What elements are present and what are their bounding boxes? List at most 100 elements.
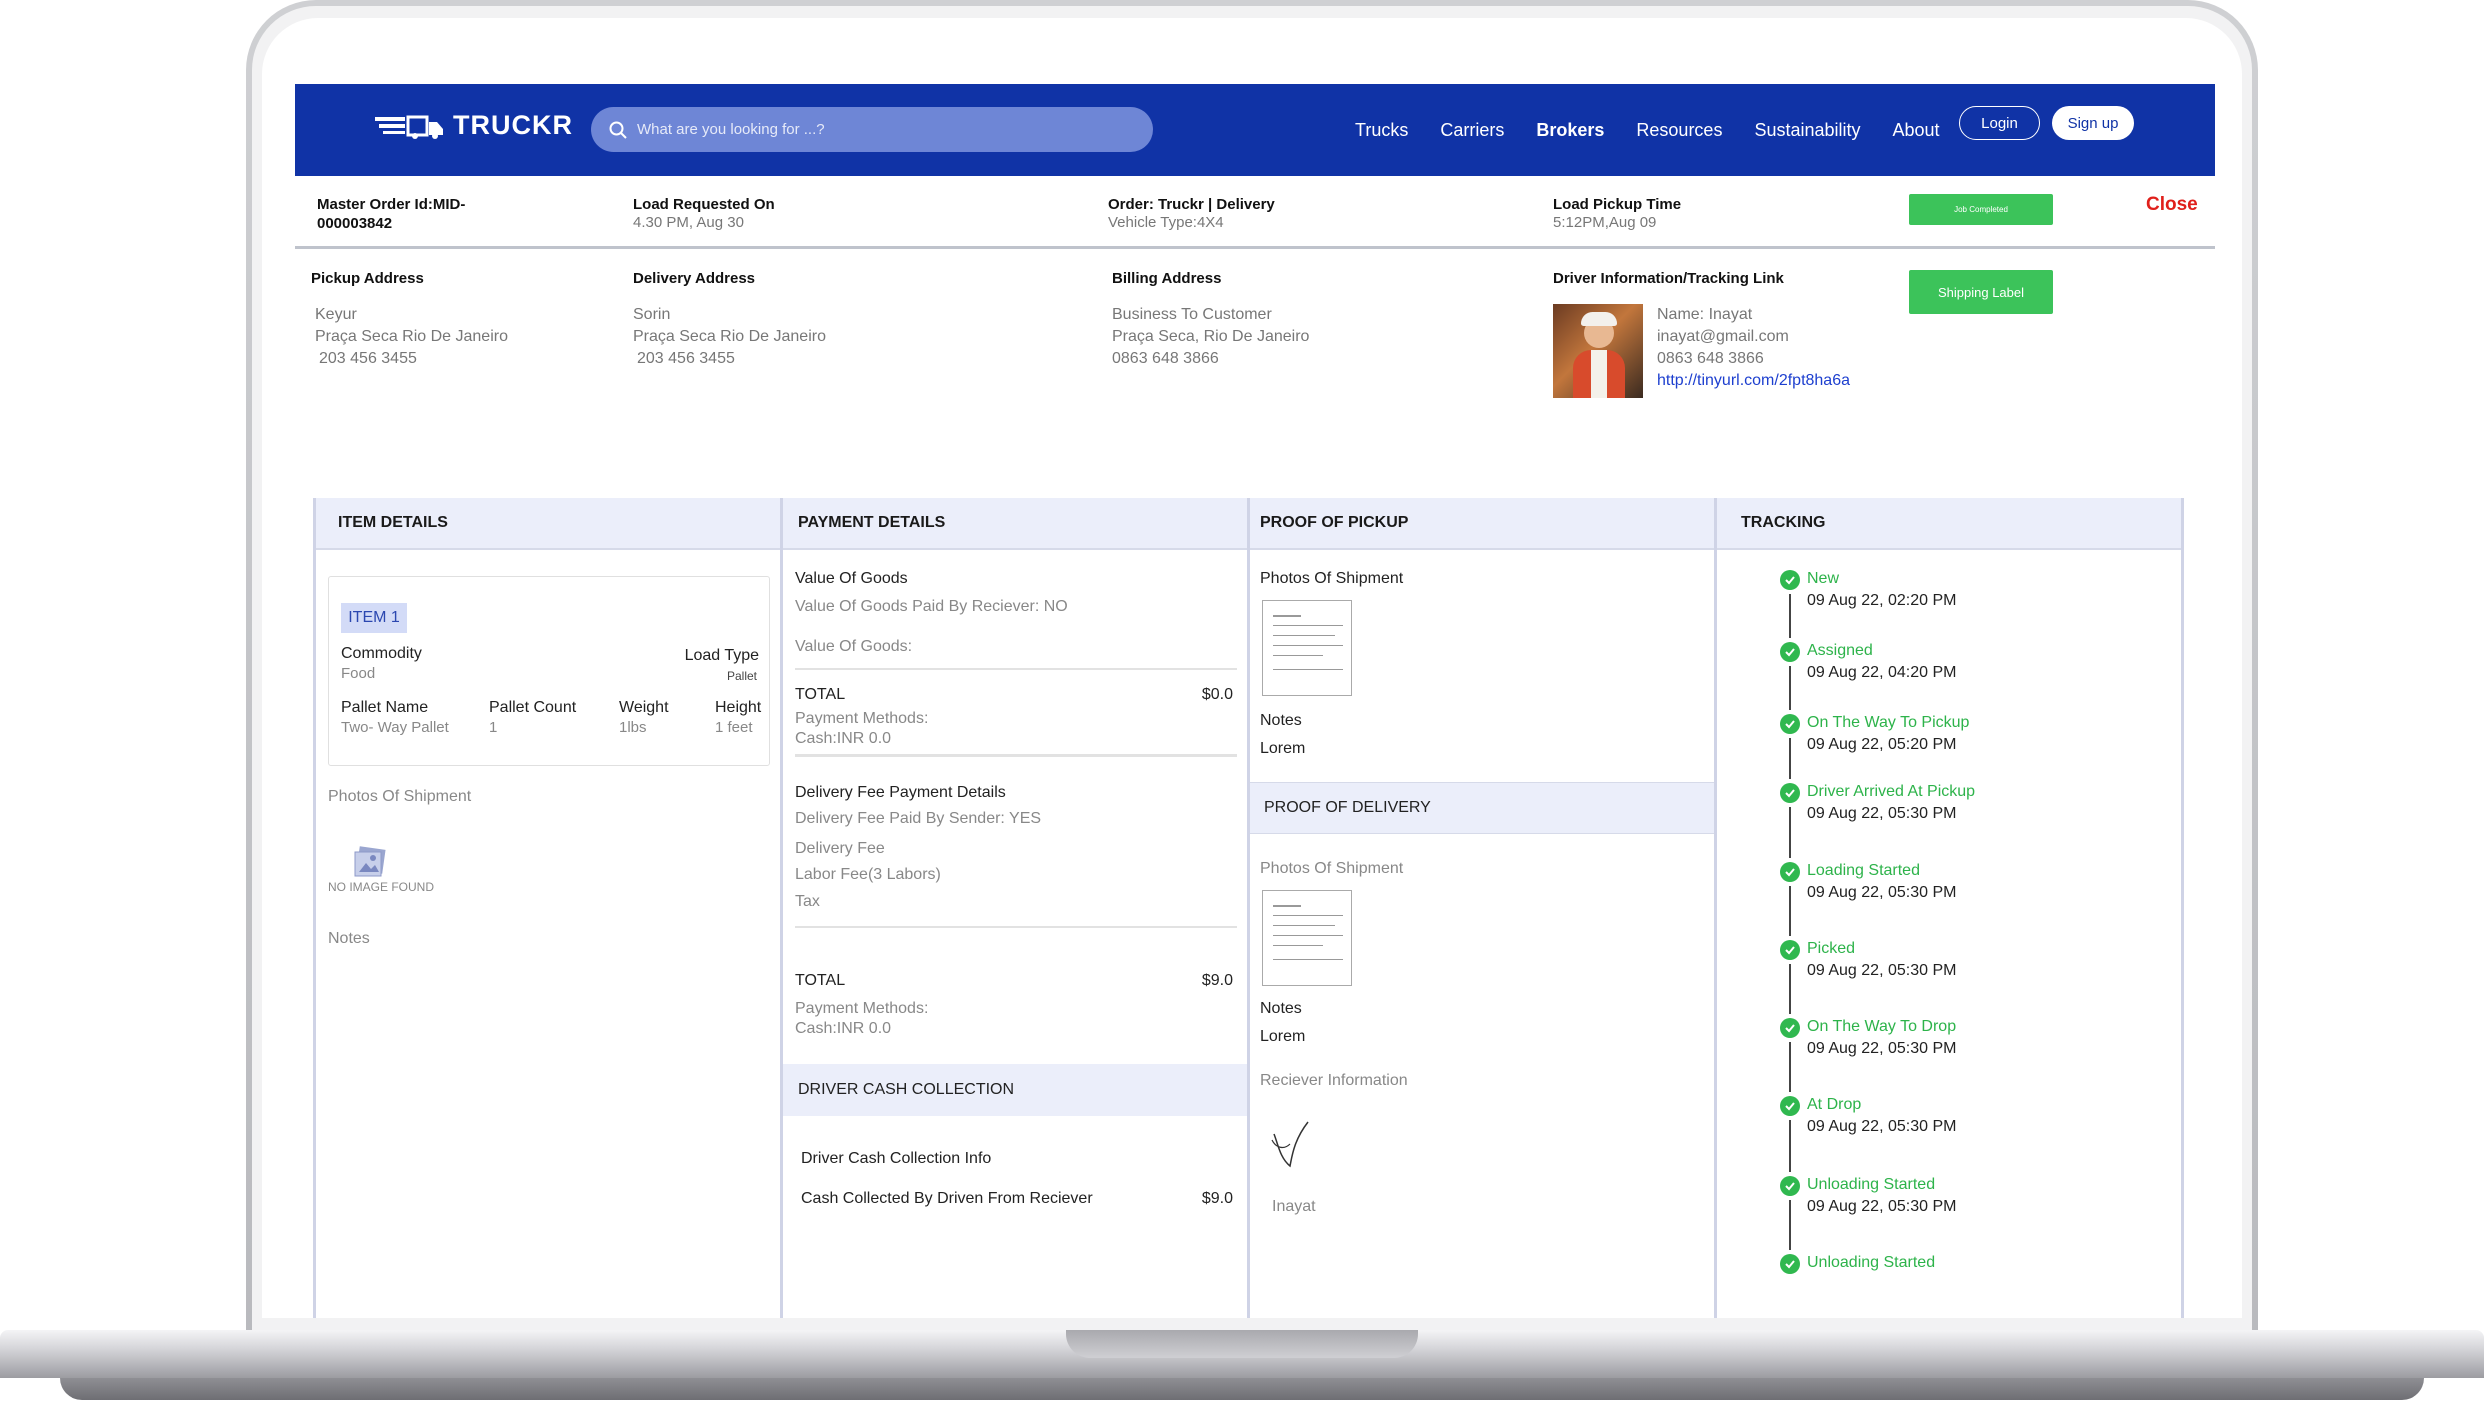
order-details-app: TRUCKR Trucks Carriers Brokers Resources… xyxy=(295,84,2215,1318)
nav-link-about[interactable]: About xyxy=(1893,120,1940,141)
delivery-notes-label: Notes xyxy=(1260,1000,1302,1017)
check-circle-icon xyxy=(1780,1096,1800,1116)
tracking-date: 09 Aug 22, 04:20 PM xyxy=(1807,664,1957,681)
timeline-connector xyxy=(1789,807,1791,858)
total-label-1: TOTAL xyxy=(795,686,846,703)
tracking-header: TRACKING xyxy=(1717,498,2181,550)
tracking-date: 09 Aug 22, 05:20 PM xyxy=(1807,736,1957,753)
timeline-connector xyxy=(1789,1200,1791,1250)
divider xyxy=(795,926,1237,928)
payment-details-panel: PAYMENT DETAILS Value Of Goods Value Of … xyxy=(780,498,1250,1318)
billing-street: Praça Seca, Rio De Janeiro xyxy=(1112,328,1310,345)
divider xyxy=(795,754,1237,757)
load-pickup-time-label: Load Pickup Time xyxy=(1553,196,1682,213)
load-type-value: Pallet xyxy=(726,669,757,683)
driver-info-label: Driver Information/Tracking Link xyxy=(1553,270,1784,287)
nav-link-resources[interactable]: Resources xyxy=(1636,120,1722,141)
vehicle-type: Vehicle Type:4X4 xyxy=(1108,214,1224,231)
search-icon xyxy=(609,121,627,139)
pallet-count-label: Pallet Count xyxy=(489,699,577,716)
total-value-1: $0.0 xyxy=(1201,686,1233,703)
tracking-link[interactable]: http://tinyurl.com/2fpt8ha6a xyxy=(1657,370,1850,392)
nav-link-carriers[interactable]: Carriers xyxy=(1440,120,1504,141)
shipping-label-button[interactable]: Shipping Label xyxy=(1909,270,2053,314)
check-circle-icon xyxy=(1780,642,1800,662)
tracking-date: 09 Aug 22, 05:30 PM xyxy=(1807,884,1957,901)
search-input[interactable] xyxy=(637,121,1097,138)
delivery-photo-thumbnail[interactable] xyxy=(1262,890,1352,986)
billing-address-label: Billing Address xyxy=(1112,270,1222,287)
item-photos-label: Photos Of Shipment xyxy=(328,788,472,805)
billing-name: Business To Customer xyxy=(1112,306,1272,323)
delivery-photos-label: Photos Of Shipment xyxy=(1260,860,1404,877)
pallet-name-value: Two- Way Pallet xyxy=(341,719,449,736)
total-value-2: $9.0 xyxy=(1201,972,1233,989)
cash-collected-value: $9.0 xyxy=(1201,1190,1233,1207)
laptop-screen: TRUCKR Trucks Carriers Brokers Resources… xyxy=(262,18,2242,1318)
labor-fee-label: Labor Fee(3 Labors) xyxy=(795,866,941,883)
delivery-name: Sorin xyxy=(633,306,671,323)
payment-methods-label-2: Payment Methods: xyxy=(795,1000,929,1017)
laptop-base-shadow xyxy=(60,1378,2424,1400)
master-order-label: Master Order Id:MID- xyxy=(317,196,466,213)
delivery-fee-label: Delivery Fee xyxy=(795,840,885,857)
job-completed-button[interactable]: Job Completed xyxy=(1909,194,2053,225)
divider xyxy=(795,668,1237,670)
payment-methods-value-2: Cash:INR 0.0 xyxy=(795,1020,892,1037)
nav-link-trucks[interactable]: Trucks xyxy=(1355,120,1408,141)
pickup-address: Keyur Praça Seca Rio De Janeiro 203 456 … xyxy=(315,304,508,370)
header-divider xyxy=(295,246,2215,249)
load-requested-label: Load Requested On xyxy=(633,196,775,213)
payment-methods-label-1: Payment Methods: xyxy=(795,710,929,727)
pickup-photos-label: Photos Of Shipment xyxy=(1260,570,1404,587)
payment-details-header: PAYMENT DETAILS xyxy=(783,498,1247,550)
tracking-status: On The Way To Pickup xyxy=(1807,714,1970,731)
nav-links: Trucks Carriers Brokers Resources Sustai… xyxy=(1355,84,1972,176)
timeline-connector xyxy=(1789,594,1791,638)
delivery-fee-title: Delivery Fee Payment Details xyxy=(795,784,1006,801)
height-label: Height xyxy=(715,699,762,716)
weight-label: Weight xyxy=(619,699,669,716)
total-label-2: TOTAL xyxy=(795,972,846,989)
receiver-info-label: Reciever Information xyxy=(1260,1072,1408,1089)
load-type-label: Load Type xyxy=(684,647,759,664)
master-order-value: 000003842 xyxy=(317,215,393,232)
pickup-name: Keyur xyxy=(315,306,357,323)
nav-link-sustainability[interactable]: Sustainability xyxy=(1754,120,1860,141)
login-button[interactable]: Login xyxy=(1959,106,2040,140)
nav-link-brokers[interactable]: Brokers xyxy=(1536,120,1604,141)
item-details-header: ITEM DETAILS xyxy=(316,498,780,550)
driver-avatar xyxy=(1553,304,1643,398)
timeline-connector xyxy=(1789,964,1791,1014)
no-image-text: NO IMAGE FOUND xyxy=(328,880,435,894)
tracking-status: Unloading Started xyxy=(1807,1254,1936,1271)
value-of-goods-title: Value Of Goods xyxy=(795,570,908,587)
truckr-logo[interactable]: TRUCKR xyxy=(375,110,573,141)
item-card: ITEM 1 Commodity Food Load Type Pallet P… xyxy=(328,576,770,766)
delivery-fee-paid: Delivery Fee Paid By Sender: YES xyxy=(795,810,1042,827)
signup-button[interactable]: Sign up xyxy=(2052,106,2134,140)
image-placeholder-icon xyxy=(352,846,388,880)
tracking-status: Picked xyxy=(1807,940,1856,957)
tracking-date: 09 Aug 22, 05:30 PM xyxy=(1807,1040,1957,1057)
tracking-date: 09 Aug 22, 05:30 PM xyxy=(1807,962,1957,979)
delivery-notes-value: Lorem xyxy=(1260,1028,1306,1045)
check-circle-icon xyxy=(1780,783,1800,803)
receiver-name: Inayat xyxy=(1272,1198,1316,1215)
tax-label: Tax xyxy=(795,893,820,910)
search-bar[interactable] xyxy=(591,107,1153,152)
tracking-status: Loading Started xyxy=(1807,862,1920,879)
pickup-address-label: Pickup Address xyxy=(311,270,424,287)
value-of-goods-paid: Value Of Goods Paid By Reciever: NO xyxy=(795,598,1068,615)
delivery-phone: 203 456 3455 xyxy=(637,350,735,367)
driver-phone: 0863 648 3866 xyxy=(1657,350,1764,367)
tracking-status: Unloading Started xyxy=(1807,1176,1936,1193)
pickup-photo-thumbnail[interactable] xyxy=(1262,600,1352,696)
driver-name: Name: Inayat xyxy=(1657,306,1753,323)
tracking-status: On The Way To Drop xyxy=(1807,1018,1957,1035)
close-button[interactable]: Close xyxy=(2146,194,2198,216)
tracking-status: At Drop xyxy=(1807,1096,1862,1113)
tracking-status: Assigned xyxy=(1807,642,1873,659)
item-details-panel: ITEM DETAILS ITEM 1 Commodity Food Load … xyxy=(313,498,783,1318)
commodity-value: Food xyxy=(341,665,376,682)
